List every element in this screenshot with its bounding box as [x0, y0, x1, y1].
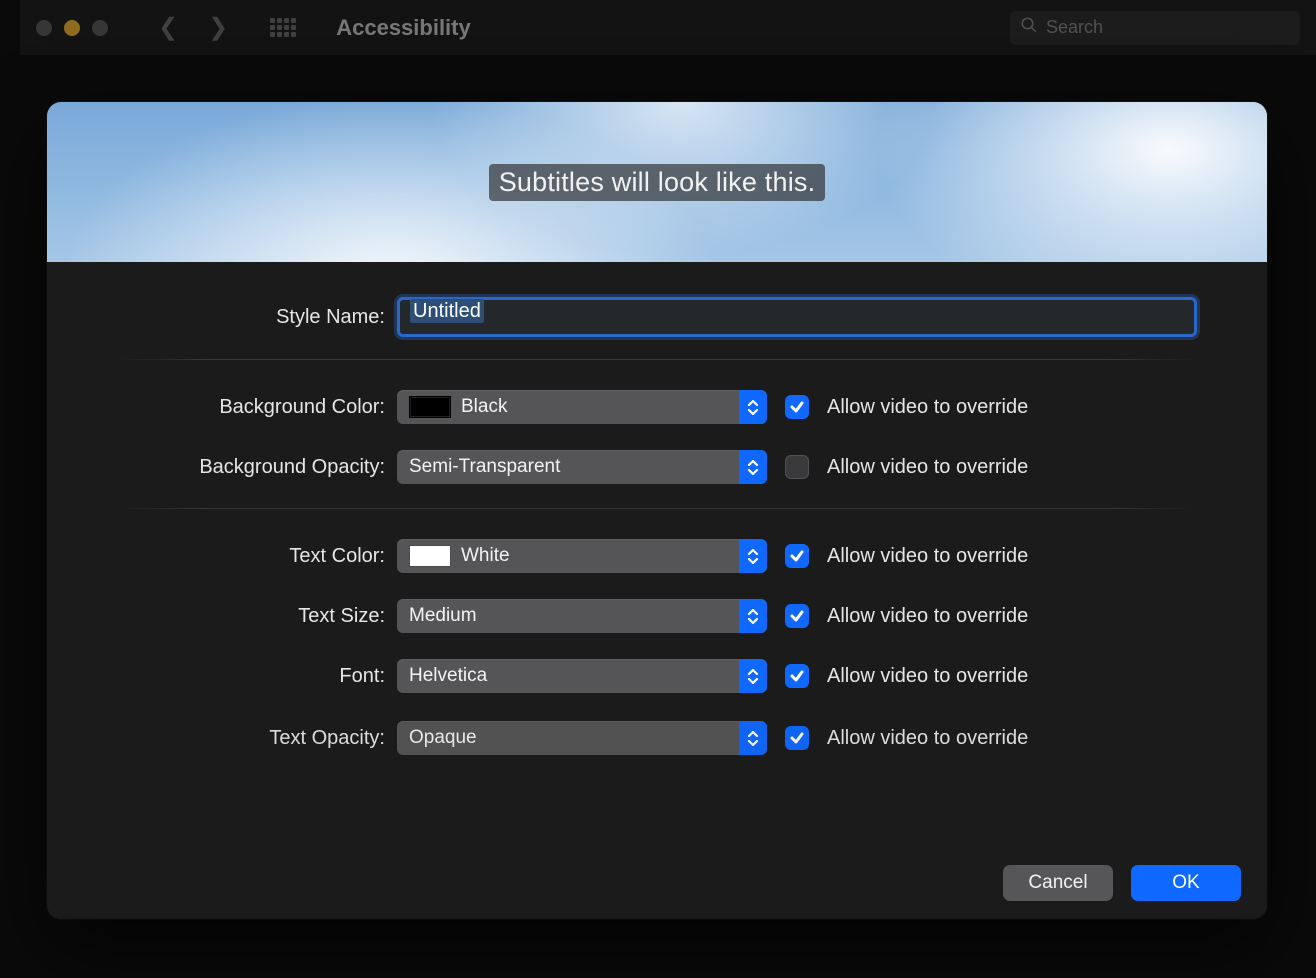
caption-style-sheet: Subtitles will look like this. Style Nam…: [47, 102, 1267, 919]
text-size-override-checkbox[interactable]: [785, 604, 809, 628]
bg-opacity-override-checkbox[interactable]: [785, 455, 809, 479]
white-swatch-icon: [409, 545, 451, 567]
bg-color-override-checkbox[interactable]: [785, 395, 809, 419]
divider: [117, 359, 1197, 360]
text-opacity-override-label: Allow video to override: [827, 727, 1028, 750]
font-label: Font:: [47, 665, 397, 688]
page-title: Accessibility: [336, 15, 471, 41]
parent-toolbar: ❮ ❯ Accessibility Search: [20, 0, 1316, 55]
text-color-label: Text Color:: [47, 545, 397, 568]
bg-color-label: Background Color:: [47, 396, 397, 419]
bg-opacity-value: Semi-Transparent: [409, 456, 560, 478]
style-name-value: Untitled: [410, 299, 484, 323]
text-color-select[interactable]: White: [397, 539, 767, 573]
text-color-override-label: Allow video to override: [827, 545, 1028, 568]
font-override-label: Allow video to override: [827, 665, 1028, 688]
text-size-value: Medium: [409, 605, 477, 627]
bg-color-override-label: Allow video to override: [827, 396, 1028, 419]
nav-arrows: ❮ ❯: [158, 13, 228, 42]
zoom-window-icon[interactable]: [92, 20, 108, 36]
search-input[interactable]: Search: [1010, 11, 1300, 45]
sheet-footer: Cancel OK: [47, 846, 1267, 919]
bg-color-select[interactable]: Black: [397, 390, 767, 424]
black-swatch-icon: [409, 396, 451, 418]
font-select[interactable]: Helvetica: [397, 659, 767, 693]
form-body: Style Name: Untitled Background Color: B…: [47, 262, 1267, 846]
scroll-cutoff: [47, 826, 1267, 846]
text-size-label: Text Size:: [47, 605, 397, 628]
divider: [117, 508, 1197, 509]
forward-icon[interactable]: ❯: [208, 13, 228, 42]
bg-opacity-select[interactable]: Semi-Transparent: [397, 450, 767, 484]
grid-icon[interactable]: [270, 18, 296, 37]
chevron-up-down-icon: [739, 659, 767, 693]
text-size-select[interactable]: Medium: [397, 599, 767, 633]
minimize-window-icon[interactable]: [64, 20, 80, 36]
search-placeholder: Search: [1046, 17, 1103, 38]
style-name-label: Style Name:: [47, 306, 397, 329]
search-icon: [1020, 16, 1038, 39]
chevron-up-down-icon: [739, 721, 767, 755]
font-override-checkbox[interactable]: [785, 664, 809, 688]
text-opacity-override-checkbox[interactable]: [785, 726, 809, 750]
chevron-up-down-icon: [739, 450, 767, 484]
style-name-field[interactable]: Untitled: [397, 297, 1197, 337]
text-opacity-label: Text Opacity:: [47, 727, 397, 750]
bg-color-value: Black: [461, 396, 507, 418]
chevron-up-down-icon: [739, 599, 767, 633]
text-color-override-checkbox[interactable]: [785, 544, 809, 568]
text-size-override-label: Allow video to override: [827, 605, 1028, 628]
bg-opacity-override-label: Allow video to override: [827, 456, 1028, 479]
window-controls: [36, 20, 108, 36]
ok-button[interactable]: OK: [1131, 865, 1241, 901]
cancel-button[interactable]: Cancel: [1003, 865, 1113, 901]
font-value: Helvetica: [409, 665, 487, 687]
text-color-value: White: [461, 545, 510, 567]
close-window-icon[interactable]: [36, 20, 52, 36]
text-opacity-value: Opaque: [409, 727, 477, 749]
back-icon[interactable]: ❮: [158, 13, 178, 42]
chevron-up-down-icon: [739, 390, 767, 424]
subtitle-sample-text: Subtitles will look like this.: [489, 164, 826, 201]
subtitle-preview: Subtitles will look like this.: [47, 102, 1267, 262]
bg-opacity-label: Background Opacity:: [47, 456, 397, 479]
text-opacity-select[interactable]: Opaque: [397, 721, 767, 755]
chevron-up-down-icon: [739, 539, 767, 573]
